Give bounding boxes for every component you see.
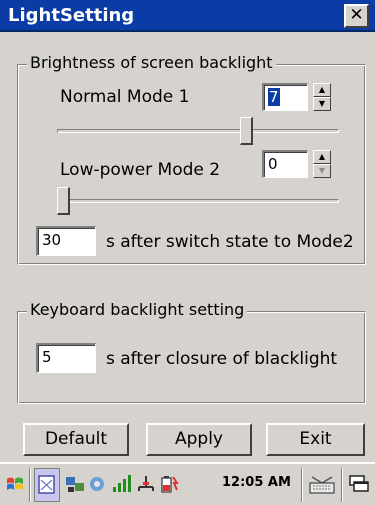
apply-button[interactable]: Apply	[146, 423, 252, 456]
window-title: LightSetting	[8, 5, 135, 26]
close-button[interactable]: ✕	[344, 4, 369, 28]
screen-backlight-legend: Brightness of screen backlight	[27, 53, 276, 72]
spin-down-icon[interactable]: ▼	[313, 164, 331, 178]
app-window-button[interactable]	[34, 468, 60, 502]
signal-icon[interactable]	[110, 473, 132, 495]
spin-up-icon[interactable]: ▲	[313, 83, 331, 97]
close-icon: ✕	[349, 5, 364, 25]
taskbar: 12:05 AM	[0, 462, 375, 505]
keyboard-icon[interactable]	[308, 473, 336, 495]
low-power-mode-label: Low-power Mode 2	[60, 160, 221, 180]
normal-mode-slider-thumb[interactable]	[239, 117, 253, 145]
low-power-slider-thumb[interactable]	[57, 187, 70, 215]
low-power-mode-input[interactable]: 0	[262, 150, 308, 178]
spin-up-icon[interactable]: ▲	[313, 150, 331, 164]
desktop-icon[interactable]	[348, 473, 370, 495]
switch-seconds-input[interactable]: 30	[36, 226, 96, 256]
network-icon[interactable]	[64, 473, 86, 495]
connection-icon[interactable]	[135, 473, 157, 495]
keyboard-closure-text: s after closure of blacklight	[106, 349, 338, 369]
sync-icon[interactable]	[86, 473, 108, 495]
normal-mode-input[interactable]: 7	[262, 83, 308, 111]
title-bar: LightSetting ✕	[0, 0, 375, 32]
low-power-mode-spinner[interactable]: ▲ ▼	[313, 150, 331, 178]
battery-icon[interactable]	[158, 473, 180, 495]
spin-down-icon[interactable]: ▼	[313, 97, 331, 111]
switch-seconds-text: s after switch state to Mode2	[106, 232, 354, 252]
normal-mode-spinner[interactable]: ▲ ▼	[313, 83, 331, 111]
normal-mode-label: Normal Mode 1	[60, 87, 190, 107]
taskbar-clock[interactable]: 12:05 AM	[222, 475, 291, 490]
low-power-slider-track[interactable]	[57, 199, 339, 203]
taskbar-divider	[301, 468, 303, 502]
taskbar-divider	[29, 468, 31, 502]
keyboard-backlight-legend: Keyboard backlight setting	[27, 300, 248, 319]
normal-mode-slider-track[interactable]	[57, 129, 339, 133]
keyboard-seconds-input[interactable]: 5	[36, 343, 96, 373]
start-flag-icon[interactable]	[4, 473, 26, 495]
taskbar-divider	[341, 468, 343, 502]
exit-button[interactable]: Exit	[266, 423, 365, 456]
app-window-icon	[38, 475, 55, 494]
default-button[interactable]: Default	[23, 423, 129, 456]
